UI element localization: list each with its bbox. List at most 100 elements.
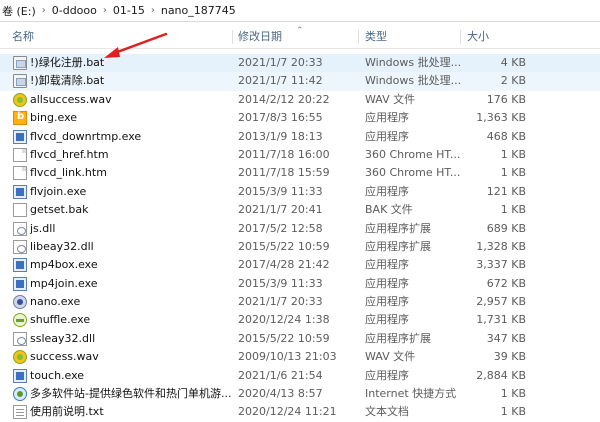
file-date: 2015/5/22 10:59: [238, 331, 330, 345]
file-type: 应用程序: [365, 111, 409, 125]
file-type: 应用程序扩展: [365, 221, 431, 235]
internet-shortcut-icon: [13, 387, 27, 402]
file-date: 2015/3/9 11:33: [238, 184, 323, 198]
file-row[interactable]: success.wav 2009/10/13 21:03 WAV 文件 39 K…: [0, 348, 600, 366]
file-name: flvcd_href.htm: [30, 147, 109, 161]
file-size: 1 KB: [500, 387, 526, 401]
breadcrumb-separator-icon: ›: [102, 5, 107, 16]
blank-file-icon: [13, 203, 27, 218]
file-type: BAK 文件: [365, 203, 413, 217]
column-header-size[interactable]: 大小: [467, 26, 527, 48]
file-type: 应用程序扩展: [365, 331, 431, 345]
file-type: 应用程序: [365, 313, 409, 327]
file-list: !)绿化注册.bat 2021/1/7 20:33 Windows 批处理...…: [0, 54, 600, 422]
file-date: 2021/1/7 20:33: [238, 56, 323, 69]
column-header-type[interactable]: 类型: [365, 26, 460, 48]
batch-file-icon: [13, 56, 27, 70]
file-type: 360 Chrome HT...: [365, 147, 461, 161]
file-name: flvcd_link.htm: [30, 166, 107, 180]
file-row[interactable]: mp4box.exe 2017/4/28 21:42 应用程序 3,337 KB: [0, 256, 600, 274]
file-type: 应用程序: [365, 368, 409, 382]
column-divider[interactable]: [358, 30, 359, 44]
file-date: 2009/10/13 21:03: [238, 350, 337, 364]
file-size: 347 KB: [486, 331, 526, 345]
file-name: !)绿化注册.bat: [30, 56, 105, 69]
file-date: 2013/1/9 18:13: [238, 129, 323, 143]
batch-file-icon: [13, 74, 27, 89]
breadcrumb-separator-icon: ›: [41, 5, 46, 16]
file-name: js.dll: [30, 221, 56, 235]
file-name: !)卸载清除.bat: [30, 74, 105, 88]
file-name: touch.exe: [30, 368, 85, 382]
file-type: WAV 文件: [365, 350, 416, 364]
file-size: 2,884 KB: [476, 368, 526, 382]
file-row[interactable]: flvcd_link.htm 2011/7/18 15:59 360 Chrom…: [0, 164, 600, 182]
file-row[interactable]: 使用前说明.txt 2020/12/24 11:21 文本文档 1 KB: [0, 403, 600, 421]
file-row[interactable]: flvjoin.exe 2015/3/9 11:33 应用程序 121 KB: [0, 183, 600, 201]
file-row[interactable]: allsuccess.wav 2014/2/12 20:22 WAV 文件 17…: [0, 91, 600, 109]
file-row[interactable]: nano.exe 2021/1/7 20:33 应用程序 2,957 KB: [0, 293, 600, 311]
file-row[interactable]: !)卸载清除.bat 2021/1/7 11:42 Windows 批处理...…: [0, 72, 600, 91]
file-row[interactable]: shuffle.exe 2020/12/24 1:38 应用程序 1,731 K…: [0, 311, 600, 329]
audio-file-icon: [13, 350, 27, 365]
breadcrumb-drive[interactable]: 卷 (E:): [2, 3, 36, 19]
file-size: 1 KB: [500, 147, 526, 161]
file-type: 应用程序: [365, 258, 409, 272]
file-row[interactable]: getset.bak 2021/1/7 20:41 BAK 文件 1 KB: [0, 201, 600, 219]
dll-file-icon: [13, 239, 27, 254]
file-size: 176 KB: [486, 92, 526, 106]
file-row[interactable]: libeay32.dll 2015/5/22 10:59 应用程序扩展 1,32…: [0, 238, 600, 256]
file-size: 2,957 KB: [476, 295, 526, 309]
file-date: 2017/4/28 21:42: [238, 258, 330, 272]
breadcrumb-segment-2[interactable]: 01-15: [113, 4, 145, 17]
html-file-icon: [13, 166, 27, 181]
file-name: nano.exe: [30, 295, 81, 309]
breadcrumb-segment-3[interactable]: nano_187745: [161, 4, 236, 17]
file-date: 2021/1/6 21:54: [238, 368, 323, 382]
html-file-icon: [13, 147, 27, 162]
file-row[interactable]: bing.exe 2017/8/3 16:55 应用程序 1,363 KB: [0, 109, 600, 127]
file-row[interactable]: flvcd_downrtmp.exe 2013/1/9 18:13 应用程序 4…: [0, 128, 600, 146]
file-row[interactable]: flvcd_href.htm 2011/7/18 16:00 360 Chrom…: [0, 146, 600, 164]
file-type: WAV 文件: [365, 92, 416, 106]
address-bar[interactable]: 卷 (E:) › 0-ddooo › 01-15 › nano_187745: [0, 0, 600, 22]
file-date: 2015/3/9 11:33: [238, 276, 323, 290]
file-type: 应用程序: [365, 276, 409, 290]
file-size: 4 KB: [500, 56, 526, 69]
file-name: allsuccess.wav: [30, 92, 112, 106]
file-row[interactable]: 多多软件站-提供绿色软件和热门单机游... 2020/4/13 8:57 Int…: [0, 385, 600, 403]
file-size: 1,363 KB: [476, 111, 526, 125]
column-divider[interactable]: [460, 30, 461, 44]
file-row[interactable]: ssleay32.dll 2015/5/22 10:59 应用程序扩展 347 …: [0, 330, 600, 348]
file-row[interactable]: !)绿化注册.bat 2021/1/7 20:33 Windows 批处理...…: [0, 54, 600, 73]
file-name: getset.bak: [30, 203, 89, 217]
shuffle-app-icon: [13, 313, 27, 328]
file-date: 2020/12/24 11:21: [238, 405, 337, 419]
application-icon: [13, 276, 27, 291]
text-file-icon: [13, 405, 27, 420]
column-header-date[interactable]: 修改日期: [238, 26, 358, 48]
application-icon: [13, 258, 27, 273]
file-date: 2017/5/2 12:58: [238, 221, 323, 235]
red-arrow-annotation-icon: [104, 32, 168, 58]
file-date: 2020/4/13 8:57: [238, 387, 323, 401]
column-divider[interactable]: [232, 30, 233, 44]
file-size: 1 KB: [500, 203, 526, 217]
file-row[interactable]: js.dll 2017/5/2 12:58 应用程序扩展 689 KB: [0, 220, 600, 238]
audio-file-icon: [13, 92, 27, 107]
file-size: 1 KB: [500, 405, 526, 419]
file-row[interactable]: touch.exe 2021/1/6 21:54 应用程序 2,884 KB: [0, 367, 600, 385]
file-name: mp4join.exe: [30, 276, 98, 290]
file-name: shuffle.exe: [30, 313, 91, 327]
bing-app-icon: [13, 111, 27, 126]
file-size: 689 KB: [486, 221, 526, 235]
file-name: flvjoin.exe: [30, 184, 87, 198]
file-size: 3,337 KB: [476, 258, 526, 272]
file-name: libeay32.dll: [30, 239, 94, 253]
breadcrumb-segment-1[interactable]: 0-ddooo: [52, 4, 97, 17]
file-type: 文本文档: [365, 405, 409, 419]
file-date: 2021/1/7 20:41: [238, 203, 323, 217]
file-row[interactable]: mp4join.exe 2015/3/9 11:33 应用程序 672 KB: [0, 275, 600, 293]
file-date: 2011/7/18 15:59: [238, 166, 330, 180]
file-date: 2020/12/24 1:38: [238, 313, 330, 327]
